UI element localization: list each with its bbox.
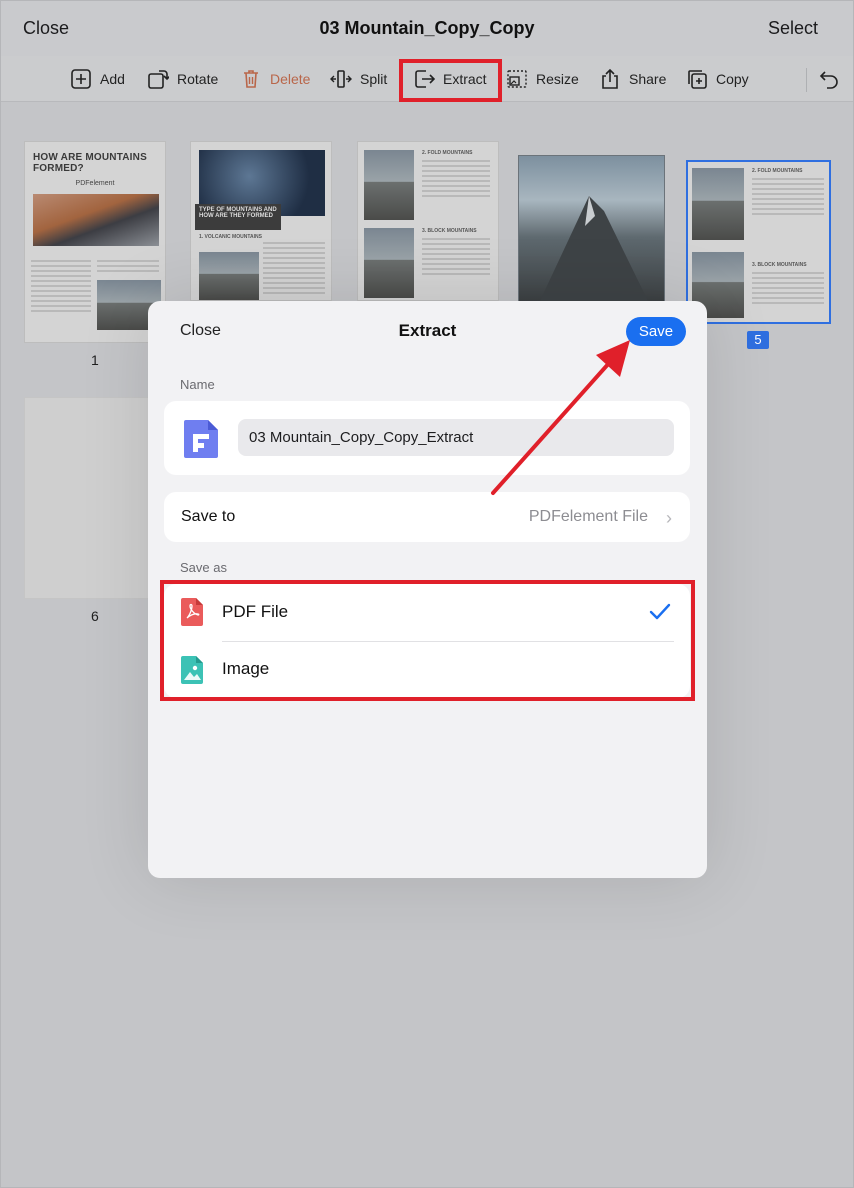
dialog-title: Extract	[398, 321, 457, 340]
page2-photo-2	[199, 252, 259, 300]
page1-brand: PDFelement	[75, 180, 115, 187]
extract-highlight-box	[399, 59, 502, 102]
page-thumbnail-2[interactable]: TYPE OF MOUNTAINS AND HOW ARE THEY FORME…	[190, 141, 332, 301]
page3-section-b: 3. BLOCK MOUNTAINS	[422, 228, 477, 234]
page1-text-block-2	[97, 260, 159, 275]
copy-button[interactable]: Copy	[686, 56, 749, 102]
page-thumbnail-1[interactable]: HOW ARE MOUNTAINS FORMED? PDFelement	[24, 141, 166, 343]
page5-section-a: 2. FOLD MOUNTAINS	[752, 168, 803, 174]
page1-photo	[33, 194, 159, 246]
share-button[interactable]: Share	[599, 56, 666, 102]
save-as-section-label: Save as	[180, 560, 227, 575]
page3-photo	[364, 150, 414, 220]
page3-text-block-2	[422, 238, 490, 278]
resize-icon	[507, 70, 527, 88]
page5-section-b: 3. BLOCK MOUNTAINS	[752, 262, 807, 268]
nav-select-button[interactable]: Select	[768, 18, 818, 39]
page-thumbnail-5-selected[interactable]: 2. FOLD MOUNTAINS 3. BLOCK MOUNTAINS	[686, 160, 831, 324]
rotate-button[interactable]: Rotate	[147, 56, 218, 102]
page5-text-block	[752, 178, 824, 218]
copy-icon	[688, 70, 707, 89]
split-icon	[330, 70, 352, 88]
share-icon	[602, 68, 618, 89]
delete-button[interactable]: Delete	[240, 56, 310, 102]
top-nav-bar: Close 03 Mountain_Copy_Copy Select	[0, 0, 854, 56]
undo-button[interactable]	[818, 56, 840, 102]
page2-section: 1. VOLCANIC MOUNTAINS	[199, 234, 262, 240]
pdfelement-doc-icon	[184, 420, 218, 458]
add-page-icon	[71, 69, 91, 89]
save-to-label: Save to	[181, 508, 236, 525]
page-thumbnail-3[interactable]: 2. FOLD MOUNTAINS 3. BLOCK MOUNTAINS	[357, 141, 499, 301]
copy-label: Copy	[716, 71, 749, 87]
rotate-icon	[148, 70, 169, 89]
delete-label: Delete	[270, 71, 311, 87]
save-as-highlight-box	[160, 580, 695, 701]
page1-text-block	[31, 260, 91, 315]
dialog-save-button[interactable]: Save	[626, 317, 686, 346]
page-number-1: 1	[91, 352, 99, 368]
page1-heading: HOW ARE MOUNTAINS FORMED?	[33, 152, 147, 174]
page2-text-block	[263, 242, 325, 297]
page-number-6: 6	[91, 608, 99, 624]
page3-section-a: 2. FOLD MOUNTAINS	[422, 150, 473, 156]
toolbar-divider	[806, 68, 807, 92]
undo-icon	[819, 71, 838, 89]
page2-heading: TYPE OF MOUNTAINS AND HOW ARE THEY FORME…	[195, 204, 281, 230]
name-card	[164, 401, 690, 475]
add-page-button[interactable]: Add	[70, 56, 125, 102]
file-name-input[interactable]	[238, 419, 674, 456]
page5-text-block-2	[752, 272, 824, 307]
share-label: Share	[629, 71, 667, 87]
split-label: Split	[360, 71, 388, 87]
name-section-label: Name	[180, 377, 215, 392]
chevron-right-icon: ›	[666, 508, 672, 528]
save-to-value: PDFelement File	[528, 508, 648, 525]
rotate-label: Rotate	[177, 71, 219, 87]
page-thumbnail-6[interactable]	[24, 397, 151, 599]
page5-photo	[692, 168, 744, 240]
page3-photo-2	[364, 228, 414, 298]
page4-mountain-shape	[539, 196, 649, 301]
add-label: Add	[100, 71, 125, 87]
page-number-5-badge: 5	[747, 331, 769, 349]
split-button[interactable]: Split	[330, 56, 387, 102]
save-to-row[interactable]: Save to PDFelement File ›	[164, 492, 690, 542]
page-thumbnail-4[interactable]	[518, 155, 665, 302]
resize-label: Resize	[536, 71, 579, 87]
document-title: 03 Mountain_Copy_Copy	[319, 18, 535, 38]
trash-icon	[244, 70, 258, 88]
page3-text-block	[422, 160, 490, 200]
resize-button[interactable]: Resize	[506, 56, 579, 102]
